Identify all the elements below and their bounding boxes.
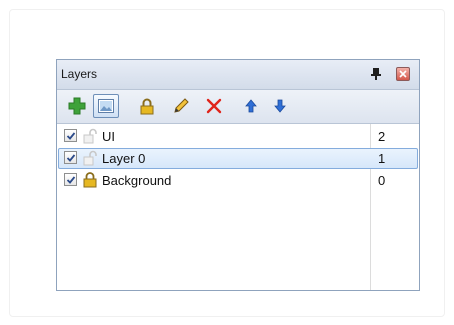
layer-number: 2 bbox=[378, 129, 386, 144]
panel-titlebar: Layers bbox=[57, 60, 419, 90]
unlocked-lock-icon[interactable] bbox=[83, 150, 97, 166]
layer-name: Background bbox=[102, 173, 172, 188]
layers-panel: Layers UI 2 Layer 0 1 Background 0 bbox=[56, 59, 420, 291]
arrow-up-icon bbox=[245, 99, 257, 113]
check-icon bbox=[66, 132, 76, 140]
move-layer-down-button[interactable] bbox=[269, 95, 291, 117]
layer-properties-button[interactable] bbox=[93, 94, 119, 118]
delete-layer-button[interactable] bbox=[203, 95, 225, 117]
layer-row-background[interactable]: Background 0 bbox=[58, 170, 418, 191]
visibility-checkbox[interactable] bbox=[64, 173, 77, 186]
move-layer-up-button[interactable] bbox=[240, 95, 262, 117]
visibility-checkbox[interactable] bbox=[64, 129, 77, 142]
layer-number: 1 bbox=[378, 151, 386, 166]
image-icon bbox=[98, 99, 114, 113]
visibility-checkbox[interactable] bbox=[64, 151, 77, 164]
layer-row-ui[interactable]: UI 2 bbox=[58, 126, 418, 147]
check-icon bbox=[66, 176, 76, 184]
layers-toolbar bbox=[57, 90, 419, 124]
pencil-icon bbox=[174, 98, 189, 113]
lock-layer-button[interactable] bbox=[136, 95, 158, 117]
layers-list: UI 2 Layer 0 1 Background 0 bbox=[57, 124, 419, 290]
plus-icon bbox=[68, 97, 86, 115]
lock-icon bbox=[140, 98, 154, 114]
layer-number: 0 bbox=[378, 173, 386, 188]
rename-layer-button[interactable] bbox=[170, 95, 192, 117]
unlocked-lock-icon[interactable] bbox=[83, 128, 97, 144]
layer-name: UI bbox=[102, 129, 115, 144]
delete-x-icon bbox=[206, 98, 222, 114]
layer-row-layer-0[interactable]: Layer 0 1 bbox=[58, 148, 418, 169]
check-icon bbox=[66, 154, 76, 162]
locked-lock-icon[interactable] bbox=[83, 172, 97, 188]
add-layer-button[interactable] bbox=[66, 95, 88, 117]
layer-name: Layer 0 bbox=[102, 151, 146, 166]
pin-icon[interactable] bbox=[370, 67, 382, 81]
close-panel-button[interactable] bbox=[396, 67, 410, 81]
close-icon bbox=[399, 70, 407, 78]
panel-title: Layers bbox=[61, 67, 98, 81]
arrow-down-icon bbox=[274, 99, 286, 113]
